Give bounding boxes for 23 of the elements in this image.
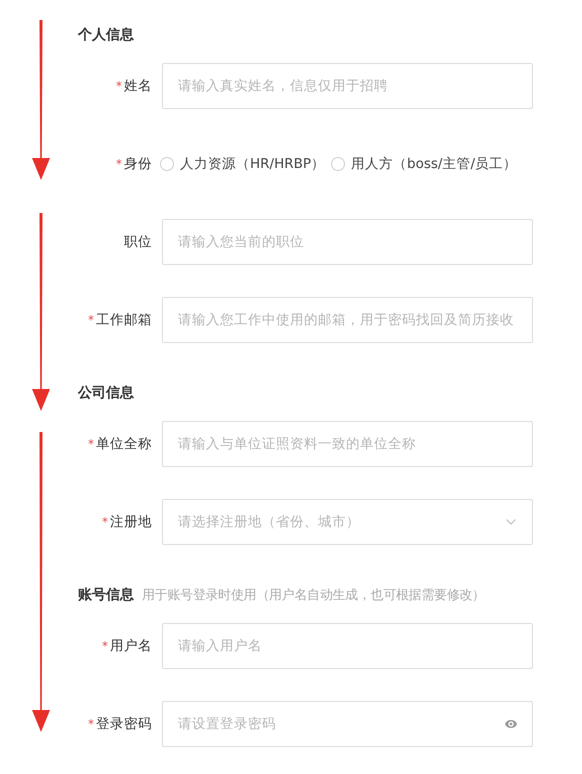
password-field[interactable]: 请设置登录密码 [162,701,533,747]
radio-icon[interactable] [331,157,346,171]
field-label: *注册地 [101,513,152,531]
field-label: *工作邮箱 [87,311,152,329]
field-label: *身份 [115,155,152,173]
field-label: 职位 [123,233,152,251]
section-title: 个人信息 [78,26,134,44]
field-label: *单位全称 [87,435,152,453]
section-title: 公司信息 [78,384,134,402]
input-field[interactable]: 请输入您当前的职位 [162,219,533,265]
select-field[interactable]: 请选择注册地（省份、城市） [162,499,533,545]
section-note: 用于账号登录时使用（用户名自动生成，也可根据需要修改） [142,587,485,604]
field-label: *登录密码 [87,715,152,733]
input-field[interactable]: 请输入用户名 [162,623,533,669]
input-field[interactable]: 请输入真实姓名，信息仅用于招聘 [162,63,533,109]
section-title: 账号信息 [78,586,134,604]
field-label: *姓名 [115,77,152,95]
input-field[interactable]: 请输入与单位证照资料一致的单位全称 [162,421,533,467]
radio-icon[interactable] [160,157,174,171]
field-label: *用户名 [101,637,152,655]
radio-option[interactable]: 人力资源（HR/HRBP） [160,155,326,173]
input-field[interactable]: 请输入您工作中使用的邮箱，用于密码找回及简历接收 [162,297,533,343]
radio-option[interactable]: 用人方（boss/主管/员工） [331,155,518,173]
